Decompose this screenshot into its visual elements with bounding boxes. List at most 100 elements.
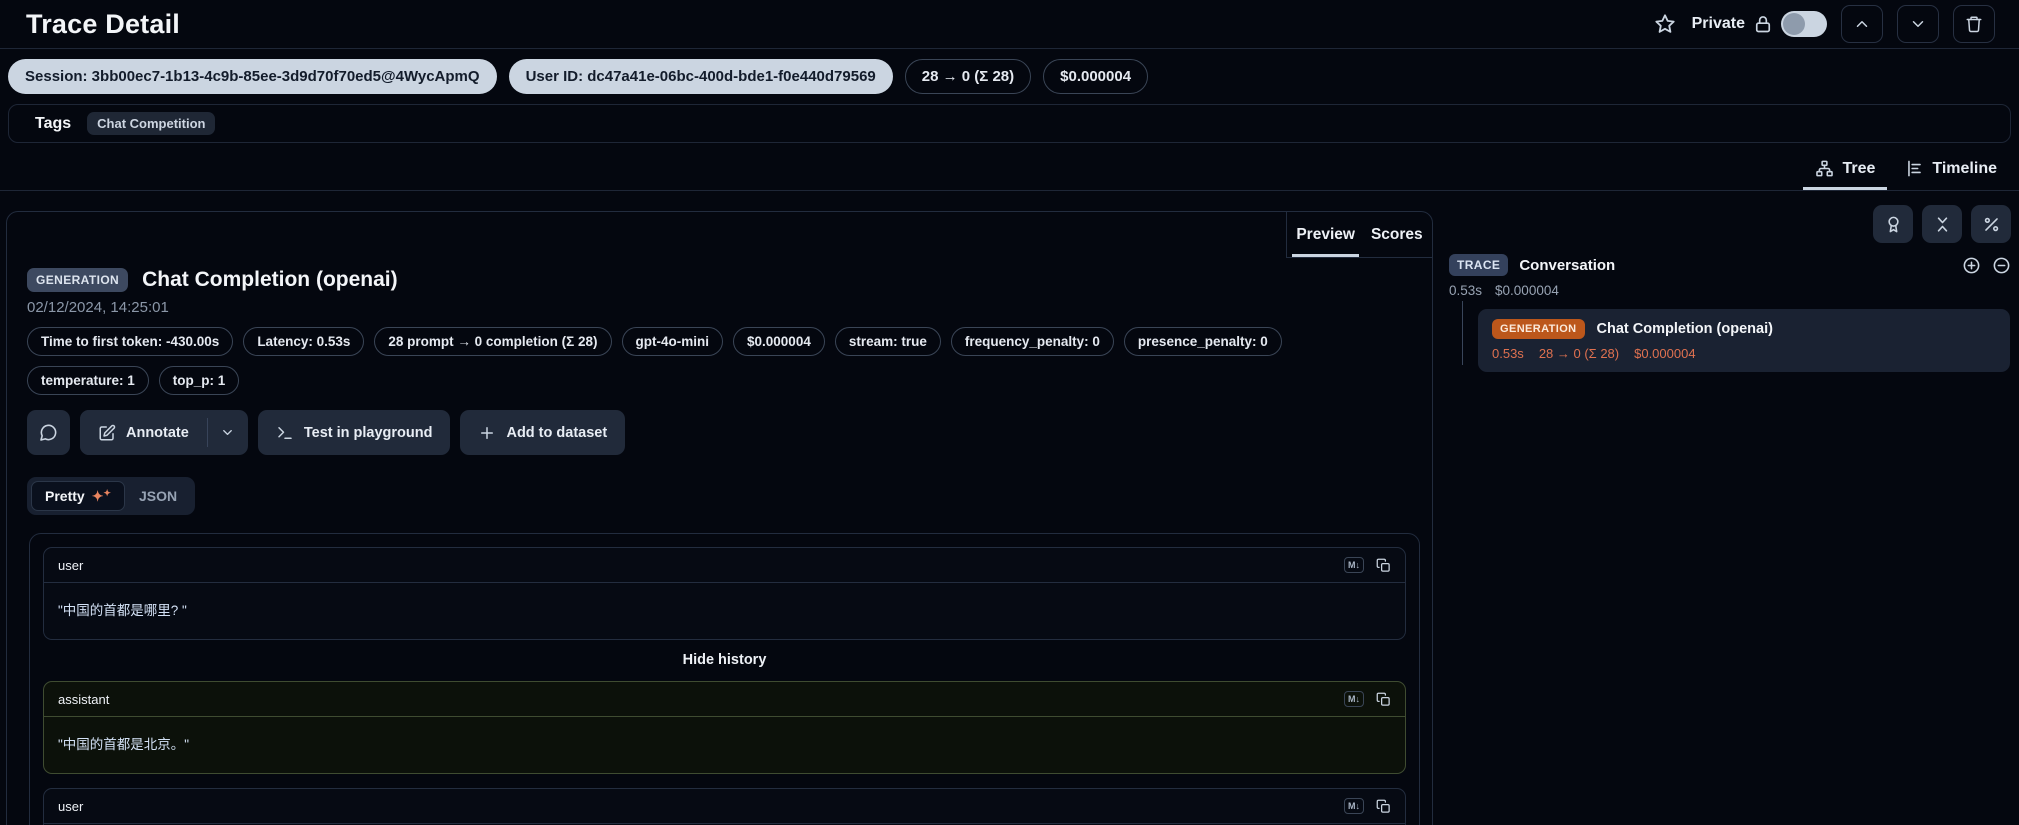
terminal-icon xyxy=(276,424,294,442)
copy-icon[interactable] xyxy=(1376,558,1391,573)
pill-model[interactable]: gpt-4o-mini xyxy=(622,327,724,356)
message-assistant: assistant M↓ "中国的首都是北京。" xyxy=(43,681,1406,774)
previous-trace-button[interactable] xyxy=(1841,5,1883,43)
format-pretty-label: Pretty xyxy=(45,488,85,504)
format-toggle: Pretty ✦✦ JSON xyxy=(27,477,195,515)
tree-node-generation-selected[interactable]: GENERATION Chat Completion (openai) 0.53… xyxy=(1478,309,2010,372)
pill-temperature: temperature: 1 xyxy=(27,366,149,395)
message-role: assistant xyxy=(58,692,109,707)
add-to-dataset-label: Add to dataset xyxy=(506,425,607,441)
generation-cost: $0.000004 xyxy=(1634,346,1695,361)
generation-node-metrics: 0.53s 28 → 0 (Σ 28) $0.000004 xyxy=(1492,346,1996,361)
annotate-label: Annotate xyxy=(126,425,189,441)
pill-top-p: top_p: 1 xyxy=(159,366,240,395)
messages-container[interactable]: user M↓ "中国的首都是哪里? " Hide history xyxy=(29,533,1420,825)
sparkles-icon: ✦✦ xyxy=(92,489,111,503)
tab-preview[interactable]: Preview xyxy=(1292,226,1359,257)
tags-row: Tags Chat Competition xyxy=(8,104,2011,143)
star-icon xyxy=(1654,13,1676,35)
generation-node-title: Chat Completion (openai) xyxy=(1597,321,1773,337)
message-content: "中国的首都是哪里? " xyxy=(44,583,1405,639)
tab-timeline-label: Timeline xyxy=(1932,160,1997,178)
trace-detail-page: Trace Detail Private xyxy=(0,0,2019,825)
collapse-node-icon[interactable] xyxy=(1992,256,2011,275)
trace-tree-sidebar: TRACE Conversation 0.53s $0.000004 GENER… xyxy=(1449,205,2011,372)
hide-history-button[interactable]: Hide history xyxy=(43,640,1406,681)
copy-icon[interactable] xyxy=(1376,692,1391,707)
tree-controls xyxy=(1449,205,2011,243)
trace-latency: 0.53s xyxy=(1449,283,1482,298)
id-badge-row: Session: 3bb00ec7-1b13-4c9b-85ee-3d9d70f… xyxy=(0,49,2019,102)
copy-icon[interactable] xyxy=(1376,799,1391,814)
tree-icon xyxy=(1815,159,1834,178)
annotate-dropdown-button[interactable] xyxy=(208,410,248,455)
comment-button[interactable] xyxy=(27,410,70,455)
markdown-toggle-icon[interactable]: M↓ xyxy=(1344,798,1364,814)
test-in-playground-button[interactable]: Test in playground xyxy=(258,410,451,455)
pill-time-to-first-token: Time to first token: -430.00s xyxy=(27,327,233,356)
generation-tokens: 28 → 0 (Σ 28) xyxy=(1539,346,1619,361)
plus-icon xyxy=(478,424,496,442)
chevron-up-icon xyxy=(1853,15,1871,33)
format-json-label: JSON xyxy=(139,488,177,504)
generation-title: Chat Completion (openai) xyxy=(142,268,398,292)
award-icon xyxy=(1884,215,1903,234)
user-id-badge[interactable]: User ID: dc47a41e-06bc-400d-bde1-f0e440d… xyxy=(509,59,893,94)
add-to-dataset-button[interactable]: Add to dataset xyxy=(460,410,625,455)
markdown-toggle-icon[interactable]: M↓ xyxy=(1344,691,1364,707)
public-toggle[interactable] xyxy=(1781,11,1827,37)
tab-scores[interactable]: Scores xyxy=(1367,226,1427,257)
trace-name[interactable]: Conversation xyxy=(1519,257,1615,274)
annotate-split-button: Annotate xyxy=(80,410,248,455)
annotate-button[interactable]: Annotate xyxy=(80,410,207,455)
chevron-down-icon xyxy=(1909,15,1927,33)
percent-icon xyxy=(1982,215,2001,234)
session-badge[interactable]: Session: 3bb00ec7-1b13-4c9b-85ee-3d9d70f… xyxy=(8,59,497,94)
pill-presence-penalty: presence_penalty: 0 xyxy=(1124,327,1282,356)
collapse-all-button[interactable] xyxy=(1922,205,1962,243)
generation-type-badge: GENERATION xyxy=(27,268,128,292)
chevron-down-icon xyxy=(220,425,235,440)
pill-cost: $0.000004 xyxy=(733,327,825,356)
pill-stream: stream: true xyxy=(835,327,941,356)
privacy-control: Private xyxy=(1692,11,1827,37)
message-role: user xyxy=(58,799,83,814)
generation-type-badge: GENERATION xyxy=(1492,319,1585,339)
delete-trace-button[interactable] xyxy=(1953,5,1995,43)
generation-header: GENERATION Chat Completion (openai) xyxy=(27,268,1410,292)
page-title: Trace Detail xyxy=(26,9,180,40)
bookmark-button[interactable] xyxy=(1652,11,1678,37)
next-trace-button[interactable] xyxy=(1897,5,1939,43)
format-json-option[interactable]: JSON xyxy=(125,481,191,511)
trace-type-badge: TRACE xyxy=(1449,254,1508,276)
token-usage-badge: 28 → 0 (Σ 28) xyxy=(905,59,1031,94)
format-pretty-option[interactable]: Pretty ✦✦ xyxy=(31,481,125,511)
generation-latency: 0.53s xyxy=(1492,346,1524,361)
cost-badge: $0.000004 xyxy=(1043,59,1148,94)
observation-panel: Preview Scores GENERATION Chat Completio… xyxy=(6,211,1433,825)
top-bar: Trace Detail Private xyxy=(0,0,2019,49)
tags-label: Tags xyxy=(35,115,71,133)
metadata-pills: Time to first token: -430.00s Latency: 0… xyxy=(27,327,1410,395)
timeline-icon xyxy=(1905,159,1924,178)
message-content: "中国的首都是北京。" xyxy=(44,717,1405,773)
view-tabs: Tree Timeline xyxy=(0,153,2019,191)
comment-icon xyxy=(39,423,58,442)
message-user-1: user M↓ "中国的首都是哪里? " xyxy=(43,547,1406,640)
trace-tree-root[interactable]: TRACE Conversation xyxy=(1449,254,2011,276)
expand-all-icon[interactable] xyxy=(1962,256,1981,275)
tab-tree[interactable]: Tree xyxy=(1803,153,1887,190)
panel-tabs: Preview Scores xyxy=(1286,212,1432,258)
markdown-toggle-icon[interactable]: M↓ xyxy=(1344,557,1364,573)
metrics-toggle-button[interactable] xyxy=(1971,205,2011,243)
tab-tree-label: Tree xyxy=(1842,160,1875,178)
message-role: user xyxy=(58,558,83,573)
collapse-icon xyxy=(1933,215,1952,234)
tag-chat-competition[interactable]: Chat Competition xyxy=(87,112,215,135)
pill-token-counts: 28 prompt → 0 completion (Σ 28) xyxy=(374,327,611,356)
lock-icon xyxy=(1753,14,1773,34)
tree-indent-line xyxy=(1462,301,1463,365)
pill-frequency-penalty: frequency_penalty: 0 xyxy=(951,327,1114,356)
tab-timeline[interactable]: Timeline xyxy=(1893,153,2009,190)
scores-toggle-button[interactable] xyxy=(1873,205,1913,243)
